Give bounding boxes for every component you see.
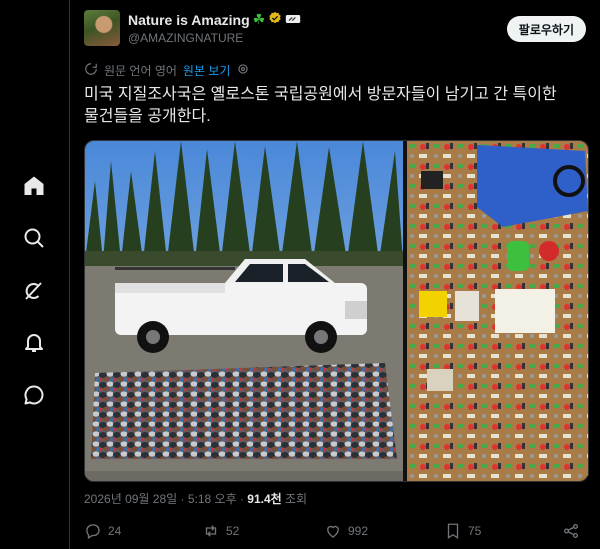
views-label: 조회 <box>281 492 308 506</box>
sidebar <box>0 0 70 549</box>
translate-icon <box>84 62 98 79</box>
view-count: 91.4천 <box>247 492 282 506</box>
tweet-meta: 2026년 09월 28일 · 5:18 오후 · 91.4천 조회 <box>84 490 307 507</box>
affiliate-icon <box>285 12 301 28</box>
bookmark-icon <box>444 522 462 540</box>
bell-icon[interactable] <box>22 330 46 354</box>
like-button[interactable]: 992 <box>324 522 368 540</box>
messages-icon[interactable] <box>22 383 46 407</box>
bookmark-count: 75 <box>468 524 482 538</box>
avatar[interactable] <box>84 10 120 46</box>
settings-icon[interactable] <box>236 62 250 79</box>
search-icon[interactable] <box>22 226 46 250</box>
media-gallery[interactable] <box>84 140 589 482</box>
heart-icon <box>324 522 342 540</box>
author-handle[interactable]: @AMAZINGNATURE <box>128 31 243 45</box>
bookmark-button[interactable]: 75 <box>444 522 481 540</box>
tweet: Nature is Amazing ☘ @AMAZINGNATURE 팔로우하기… <box>70 0 600 549</box>
shamrock-icon: ☘ <box>252 11 266 27</box>
tweet-header: Nature is Amazing ☘ @AMAZINGNATURE 팔로우하기 <box>84 10 586 50</box>
repost-button[interactable]: 52 <box>202 522 239 540</box>
hat-pile <box>91 363 397 459</box>
author-name[interactable]: Nature is Amazing ☘ <box>128 11 301 28</box>
reply-count: 24 <box>108 524 122 538</box>
home-icon[interactable] <box>22 174 46 198</box>
photo-found-objects[interactable] <box>407 141 588 481</box>
follow-button[interactable]: 팔로우하기 <box>506 16 586 42</box>
reply-icon <box>84 522 102 540</box>
like-count: 992 <box>348 524 369 538</box>
translation-note: 원문 언어 영어 <box>104 64 177 78</box>
share-icon <box>562 522 580 540</box>
display-name-text: Nature is Amazing <box>128 11 250 28</box>
share-button[interactable] <box>562 522 580 540</box>
grok-icon[interactable] <box>22 279 46 303</box>
repost-icon <box>202 522 220 540</box>
verified-icon <box>268 11 282 28</box>
translation-row: 원문 언어 영어 원본 보기 <box>84 62 250 79</box>
show-original-link[interactable]: 원본 보기 <box>183 62 231 79</box>
timestamp[interactable]: 2026년 09월 28일 · 5:18 오후 · <box>84 492 247 506</box>
repost-count: 52 <box>226 524 240 538</box>
action-bar: 24 52 992 75 <box>84 522 584 546</box>
reply-button[interactable]: 24 <box>84 522 121 540</box>
photo-truck-and-hats[interactable] <box>85 141 403 481</box>
tweet-text: 미국 지질조사국은 옐로스톤 국립공원에서 방문자들이 남기고 간 특이한 물건… <box>84 86 557 125</box>
